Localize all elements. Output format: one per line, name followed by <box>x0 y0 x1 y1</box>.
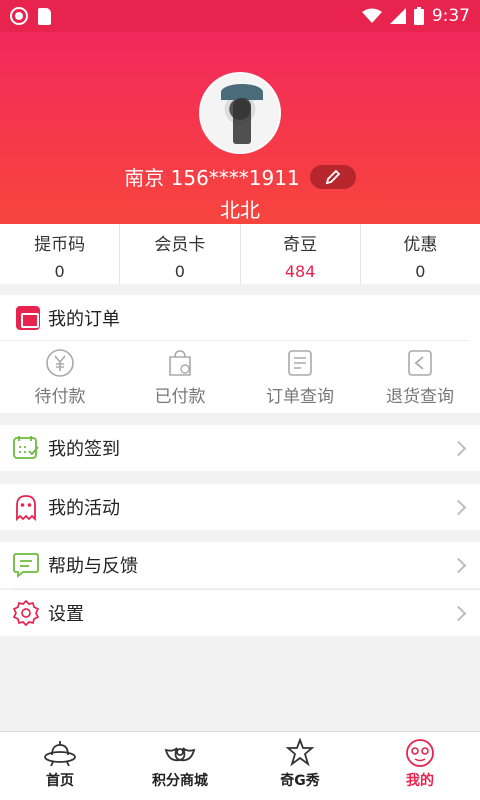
menu-label: 设置 <box>48 604 84 625</box>
orders-header[interactable]: 我的订单 <box>0 295 468 341</box>
order-item-label: 订单查询 <box>266 386 334 407</box>
order-item-label: 待付款 <box>34 386 86 407</box>
stat-value: 0 <box>54 262 65 281</box>
calendar-order-icon <box>16 305 40 330</box>
sd-card-icon <box>38 7 51 25</box>
order-paid[interactable]: 已付款 <box>120 341 240 413</box>
order-query[interactable]: 订单查询 <box>240 341 360 413</box>
stat-label: 提币码 <box>34 235 86 255</box>
stat-value: 0 <box>415 262 426 281</box>
stat-label: 优惠 <box>403 235 438 255</box>
ufo-icon <box>44 741 76 767</box>
bottom-tab-bar: 首页 积分商城 奇G秀 我的 <box>0 731 480 800</box>
menu-label: 我的活动 <box>48 498 120 519</box>
order-return-query[interactable]: 退货查询 <box>360 341 480 413</box>
tab-label: 积分商城 <box>152 773 208 789</box>
stat-value: 0 <box>174 262 185 281</box>
calendar-check-icon <box>13 436 39 459</box>
signal-icon <box>389 8 406 24</box>
edit-profile-button[interactable] <box>309 164 356 189</box>
wings-icon <box>164 747 196 762</box>
orders-title: 我的订单 <box>48 308 120 330</box>
tab-label: 首页 <box>46 773 74 789</box>
star-figure-icon <box>285 738 315 767</box>
profile-header: 南京 156****1911 北北 <box>0 32 480 224</box>
tab-label: 奇G秀 <box>280 773 320 789</box>
stat-member-card[interactable]: 会员卡 0 <box>120 224 241 284</box>
tab-home[interactable]: 首页 <box>0 732 120 800</box>
chevron-right-icon <box>450 557 467 573</box>
user-phone: 南京 156****1911 <box>124 166 300 190</box>
tab-qig-show[interactable]: 奇G秀 <box>240 732 360 800</box>
menu-feedback[interactable]: 帮助与反馈 <box>0 542 480 588</box>
stat-withdraw-code[interactable]: 提币码 0 <box>0 224 121 284</box>
stat-qidou[interactable]: 奇豆 484 <box>241 224 361 284</box>
battery-icon <box>413 7 424 25</box>
chat-bubble-icon <box>13 553 39 578</box>
chevron-right-icon <box>450 440 467 456</box>
stat-coupon[interactable]: 优惠 0 <box>361 224 480 284</box>
order-item-label: 退货查询 <box>386 386 454 407</box>
menu-label: 我的签到 <box>48 439 120 460</box>
tab-points-mall[interactable]: 积分商城 <box>120 732 240 800</box>
chevron-right-icon <box>450 499 467 515</box>
tab-mine[interactable]: 我的 <box>360 732 480 800</box>
user-line: 南京 156****1911 <box>0 162 480 191</box>
tab-label: 我的 <box>406 773 434 789</box>
menu-label: 帮助与反馈 <box>48 556 138 577</box>
menu-checkin[interactable]: 我的签到 <box>0 425 480 471</box>
ghost-icon <box>16 495 36 521</box>
return-icon <box>408 349 432 376</box>
paid-bag-icon <box>169 349 191 376</box>
order-list-icon <box>288 349 312 376</box>
notification-icon <box>10 7 28 25</box>
menu-settings[interactable]: 设置 <box>0 590 480 636</box>
user-nickname: 北北 <box>220 198 260 222</box>
pencil-icon <box>325 169 340 184</box>
stats-bar: 提币码 0 会员卡 0 奇豆 484 优惠 0 <box>0 224 480 284</box>
stat-label: 会员卡 <box>154 235 206 255</box>
avatar[interactable] <box>199 72 281 154</box>
wifi-icon <box>361 8 382 23</box>
order-item-label: 已付款 <box>154 386 206 407</box>
orders-section: 我的订单 待付款 已付款 订单查询 退货查询 <box>0 295 480 413</box>
menu-activity[interactable]: 我的活动 <box>0 484 480 530</box>
order-pending-payment[interactable]: 待付款 <box>0 341 120 413</box>
chevron-right-icon <box>450 605 467 621</box>
status-time: 9:37 <box>431 6 470 26</box>
yen-icon <box>46 348 74 377</box>
status-bar: 9:37 <box>0 0 480 32</box>
stat-label: 奇豆 <box>283 235 318 255</box>
face-icon <box>406 739 434 767</box>
avatar-figure <box>233 98 251 144</box>
stat-value: 484 <box>284 262 316 281</box>
gear-icon <box>12 599 40 627</box>
